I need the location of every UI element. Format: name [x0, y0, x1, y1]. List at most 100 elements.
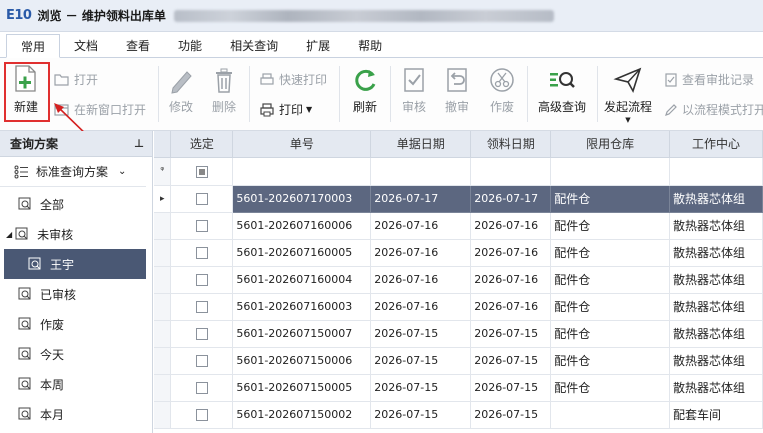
unreview-button[interactable]: 撤审 — [440, 66, 474, 115]
filter-cell[interactable] — [370, 157, 472, 186]
filter-cell[interactable] — [550, 157, 670, 186]
scheme-item-this-month[interactable]: 本月 — [0, 399, 152, 429]
scheme-item-wangyu[interactable]: 王宇 — [4, 249, 146, 279]
tab-extension[interactable]: 扩展 — [292, 33, 344, 57]
row-select-cell[interactable] — [170, 401, 234, 429]
column-header-work-center[interactable]: 工作中心 — [669, 131, 763, 158]
table-row[interactable]: ▸ 5601-202607170003 2026-07-17 2026-07-17 配件… — [154, 185, 763, 213]
row-checkbox[interactable] — [195, 247, 208, 259]
start-flow-button[interactable]: 发起流程 ▼ — [602, 66, 654, 124]
cell-doc-date[interactable]: 2026-07-16 — [370, 239, 472, 267]
print-dropdown-icon[interactable]: ▼ — [306, 105, 312, 114]
column-header-doc-no[interactable]: 单号 — [232, 131, 372, 158]
cell-center[interactable]: 散热器芯体组 — [669, 239, 763, 267]
table-row[interactable]: 5601-202607160005 2026-07-16 2026-07-16 配件仓… — [154, 239, 763, 267]
cell-pick-date[interactable]: 2026-07-17 — [470, 185, 552, 213]
table-row[interactable]: 5601-202607160006 2026-07-16 2026-07-16 配件仓… — [154, 212, 763, 240]
row-select-cell[interactable] — [170, 212, 234, 240]
cell-pick-date[interactable]: 2026-07-15 — [470, 347, 552, 375]
row-select-cell[interactable] — [170, 293, 234, 321]
cell-warehouse[interactable]: 配件仓 — [550, 266, 670, 294]
filter-cell[interactable] — [470, 157, 552, 186]
column-header-pick-date[interactable]: 领料日期 — [470, 131, 552, 158]
row-checkbox[interactable] — [195, 193, 208, 205]
tab-common[interactable]: 常用 — [6, 34, 61, 58]
start-flow-dropdown-icon[interactable]: ▼ — [625, 116, 630, 124]
row-checkbox[interactable] — [195, 328, 208, 340]
row-select-cell[interactable] — [170, 374, 234, 402]
table-row[interactable]: 5601-202607150007 2026-07-15 2026-07-15 配件仓… — [154, 320, 763, 348]
cell-no[interactable]: 5601-202607160005 — [232, 239, 372, 267]
column-header-select[interactable]: 选定 — [170, 131, 234, 158]
flow-open-button[interactable]: 以流程模式打开 — [664, 101, 763, 118]
cell-warehouse[interactable] — [550, 401, 670, 429]
cell-pick-date[interactable]: 2026-07-15 — [470, 401, 552, 429]
scheme-item-this-week[interactable]: 本周 — [0, 369, 152, 399]
cell-pick-date[interactable]: 2026-07-16 — [470, 266, 552, 294]
cell-warehouse[interactable]: 配件仓 — [550, 320, 670, 348]
cell-center[interactable]: 散热器芯体组 — [669, 347, 763, 375]
scheme-item-all[interactable]: 全部 — [0, 189, 152, 219]
delete-button[interactable]: 删除 — [208, 66, 240, 115]
void-button[interactable]: 作废 — [485, 66, 519, 115]
cell-no[interactable]: 5601-202607160003 — [232, 293, 372, 321]
tab-function[interactable]: 功能 — [164, 33, 216, 57]
cell-pick-date[interactable]: 2026-07-15 — [470, 374, 552, 402]
row-select-cell[interactable] — [170, 320, 234, 348]
cell-pick-date[interactable]: 2026-07-16 — [470, 293, 552, 321]
cell-warehouse[interactable]: 配件仓 — [550, 185, 670, 213]
pin-icon[interactable]: ⊥ — [134, 137, 144, 150]
row-select-cell[interactable] — [170, 185, 234, 213]
cell-center[interactable]: 散热器芯体组 — [669, 266, 763, 294]
table-row[interactable]: 5601-202607150005 2026-07-15 2026-07-15 配件仓… — [154, 374, 763, 402]
table-row[interactable]: 5601-202607150006 2026-07-15 2026-07-15 配件仓… — [154, 347, 763, 375]
select-all-cell[interactable] — [170, 157, 234, 186]
row-select-cell[interactable] — [170, 347, 234, 375]
cell-warehouse[interactable]: 配件仓 — [550, 374, 670, 402]
cell-no[interactable]: 5601-202607160004 — [232, 266, 372, 294]
review-button[interactable]: 审核 — [397, 66, 431, 115]
cell-no[interactable]: 5601-202607170003 — [232, 185, 372, 213]
advanced-query-button[interactable]: 高级查询 — [535, 66, 589, 115]
cell-doc-date[interactable]: 2026-07-15 — [370, 320, 472, 348]
cell-doc-date[interactable]: 2026-07-16 — [370, 212, 472, 240]
cell-doc-date[interactable]: 2026-07-17 — [370, 185, 472, 213]
cell-warehouse[interactable]: 配件仓 — [550, 347, 670, 375]
scheme-item-void[interactable]: 作废 — [0, 309, 152, 339]
row-select-cell[interactable] — [170, 266, 234, 294]
cell-pick-date[interactable]: 2026-07-16 — [470, 239, 552, 267]
filter-cell[interactable] — [669, 157, 763, 186]
table-row[interactable]: 5601-202607160003 2026-07-16 2026-07-16 配件仓… — [154, 293, 763, 321]
chevron-down-icon[interactable]: ⌄ — [118, 166, 126, 177]
view-review-record-button[interactable]: 查看审批记录 — [664, 71, 754, 88]
open-button[interactable]: 打开 — [54, 71, 98, 88]
scheme-item-today[interactable]: 今天 — [0, 339, 152, 369]
cell-center[interactable]: 散热器芯体组 — [669, 320, 763, 348]
tab-related-query[interactable]: 相关查询 — [216, 33, 292, 57]
cell-warehouse[interactable]: 配件仓 — [550, 293, 670, 321]
edit-button[interactable]: 修改 — [165, 66, 197, 115]
scheme-item-unreviewed[interactable]: ◢ 未审核 — [0, 219, 152, 249]
table-row[interactable]: 5601-202607150002 2026-07-15 2026-07-15 配套车… — [154, 401, 763, 429]
row-select-cell[interactable] — [170, 239, 234, 267]
cell-center[interactable]: 配套车间 — [669, 401, 763, 429]
tab-document[interactable]: 文档 — [60, 33, 112, 57]
cell-pick-date[interactable]: 2026-07-15 — [470, 320, 552, 348]
tab-view[interactable]: 查看 — [112, 33, 164, 57]
scheme-selector[interactable]: 标准查询方案 ⌄ — [0, 157, 146, 187]
row-checkbox[interactable] — [195, 274, 208, 286]
print-button[interactable]: 打印 ▼ — [259, 101, 312, 118]
refresh-button[interactable]: 刷新 — [348, 66, 382, 115]
row-checkbox[interactable] — [195, 301, 208, 313]
cell-doc-date[interactable]: 2026-07-16 — [370, 293, 472, 321]
tab-help[interactable]: 帮助 — [344, 33, 396, 57]
cell-doc-date[interactable]: 2026-07-15 — [370, 374, 472, 402]
cell-warehouse[interactable]: 配件仓 — [550, 212, 670, 240]
cell-warehouse[interactable]: 配件仓 — [550, 239, 670, 267]
row-checkbox[interactable] — [195, 382, 208, 394]
row-checkbox[interactable] — [195, 409, 208, 421]
table-row[interactable]: 5601-202607160004 2026-07-16 2026-07-16 配件仓… — [154, 266, 763, 294]
select-all-checkbox[interactable] — [195, 165, 208, 178]
cell-doc-date[interactable]: 2026-07-15 — [370, 401, 472, 429]
cell-doc-date[interactable]: 2026-07-16 — [370, 266, 472, 294]
